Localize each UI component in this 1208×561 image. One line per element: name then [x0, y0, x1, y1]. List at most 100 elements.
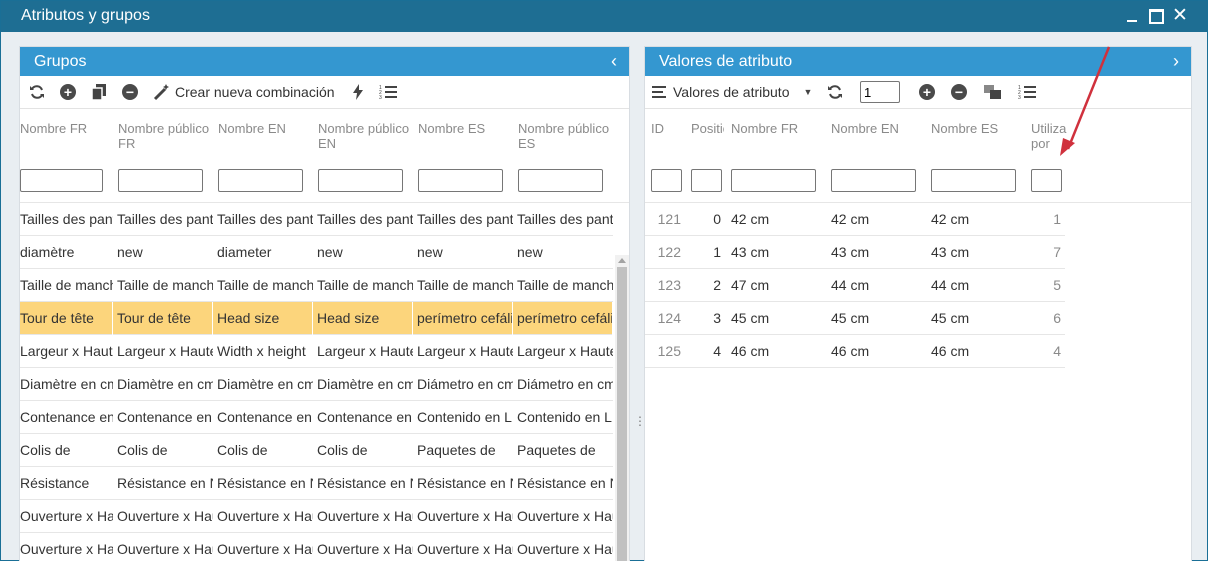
filter-values-fr[interactable] — [731, 169, 816, 192]
col-header-used-by[interactable]: Utiliza por — [1031, 121, 1067, 151]
value-cell: 5 — [1053, 277, 1061, 293]
col-header-publico-es[interactable]: Nombre público ES — [518, 121, 614, 151]
values-dropdown[interactable]: Valores de atributo — [673, 82, 789, 102]
filter-publico-en[interactable] — [318, 169, 403, 192]
value-cell: 46 cm — [931, 343, 970, 359]
value-cell: 44 cm — [931, 277, 970, 293]
filter-nombre-fr[interactable] — [20, 169, 103, 192]
group-cell: Tailles des pantalons — [20, 211, 113, 227]
groups-panel: Grupos ‹ + − Crear nueva combinación 123… — [19, 46, 630, 561]
filter-publico-fr[interactable] — [118, 169, 203, 192]
filter-publico-es[interactable] — [518, 169, 603, 192]
refresh-icon[interactable] — [28, 82, 46, 102]
group-cell: Tailles des pantalons — [117, 211, 213, 227]
group-row[interactable]: Ouverture x HauteurOuverture x HauteurOu… — [20, 533, 613, 561]
add-value-icon[interactable]: + — [918, 82, 936, 102]
group-row[interactable]: Ouverture x HauteurOuverture x HauteurOu… — [20, 500, 613, 533]
duplicate-icon[interactable] — [90, 82, 108, 102]
collapse-left-icon[interactable]: ‹ — [611, 51, 617, 72]
value-row[interactable]: 122 1 43 cm 43 cm 43 cm 7 — [645, 236, 1065, 269]
group-cell: Colis de — [317, 442, 368, 458]
group-cell: Largeur x Hauteur — [317, 343, 413, 359]
window-title: Atributos y grupos — [21, 7, 150, 24]
value-cell: 4 — [713, 343, 721, 359]
lightning-icon[interactable] — [350, 82, 366, 102]
col-header-position[interactable]: Positio — [691, 121, 724, 136]
value-cell: 6 — [1053, 310, 1061, 326]
value-cell: 44 cm — [831, 277, 870, 293]
col-header-nombre-es[interactable]: Nombre ES — [418, 121, 514, 136]
col-header-values-en[interactable]: Nombre EN — [831, 121, 921, 136]
remove-group-icon[interactable]: − — [121, 82, 139, 102]
panel-splitter[interactable]: ⋮ — [634, 415, 646, 427]
group-row[interactable]: Diamètre en cm Diamètre en cm Diamètre en … — [20, 368, 613, 401]
group-row[interactable]: Tour de tête Tour de tête Head size Head si… — [20, 302, 613, 335]
filter-nombre-es[interactable] — [418, 169, 503, 192]
caret-down-icon[interactable]: ▼ — [801, 82, 815, 102]
group-row[interactable]: Tailles des pantalonsTailles des pantalo… — [20, 203, 613, 236]
magic-wand-icon[interactable] — [152, 82, 172, 102]
group-cell: Tailles des pantalons — [517, 211, 613, 227]
value-cell: 124 — [657, 310, 681, 326]
group-cell: Ouverture x Hauteur — [117, 508, 213, 524]
col-header-nombre-en[interactable]: Nombre EN — [218, 121, 314, 136]
group-cell: Tour de tête — [117, 302, 213, 335]
value-cell: 122 — [657, 244, 681, 260]
value-cell: 46 cm — [831, 343, 870, 359]
remove-value-icon[interactable]: − — [950, 82, 968, 102]
group-cell: perímetro cefálico — [417, 302, 513, 335]
filter-values-es[interactable] — [931, 169, 1016, 192]
values-ordered-list-icon[interactable]: 123 — [1017, 82, 1037, 102]
col-header-publico-fr[interactable]: Nombre público FR — [118, 121, 214, 151]
value-row[interactable]: 124 3 45 cm 45 cm 45 cm 6 — [645, 302, 1065, 335]
filter-position[interactable] — [691, 169, 722, 192]
value-row[interactable]: 123 2 47 cm 44 cm 44 cm 5 — [645, 269, 1065, 302]
group-cell: Résistance en N — [517, 475, 613, 491]
group-cell: Contenance en L — [317, 409, 413, 425]
group-cell: Contenance en L — [20, 409, 113, 425]
group-row[interactable]: Taille de mancheTaille de mancheTaille d… — [20, 269, 613, 302]
value-row[interactable]: 121 0 42 cm 42 cm 42 cm 1 — [645, 203, 1065, 236]
merge-icon[interactable] — [983, 82, 1003, 102]
page-input[interactable] — [860, 81, 900, 103]
values-refresh-icon[interactable] — [826, 82, 844, 102]
col-header-id[interactable]: ID — [651, 121, 681, 136]
group-cell: Résistance en N — [417, 475, 513, 491]
value-row[interactable]: 125 4 46 cm 46 cm 46 cm 4 — [645, 335, 1065, 368]
group-cell: Taille de manche — [117, 277, 213, 293]
group-cell: Ouverture x Hauteur — [517, 541, 613, 557]
maximize-icon[interactable] — [1145, 5, 1167, 27]
value-cell: 46 cm — [731, 343, 770, 359]
col-header-values-es[interactable]: Nombre ES — [931, 121, 1021, 136]
create-combination-button[interactable]: Crear nueva combinación — [175, 82, 335, 102]
minimize-icon[interactable] — [1121, 5, 1143, 27]
group-cell: Diamètre en cm — [20, 376, 113, 392]
value-cell: 43 cm — [831, 244, 870, 260]
group-cell: Contenance en L — [117, 409, 213, 425]
col-header-nombre-fr[interactable]: Nombre FR — [20, 121, 114, 136]
menu-lines-icon[interactable] — [652, 82, 666, 102]
filter-id[interactable] — [651, 169, 682, 192]
scroll-up-icon[interactable] — [618, 258, 626, 263]
group-row[interactable]: diamètre new diameter new new new — [20, 236, 613, 269]
col-header-publico-en[interactable]: Nombre público EN — [318, 121, 414, 151]
group-row[interactable]: Résistance Résistance en N Résistance en N… — [20, 467, 613, 500]
filter-values-en[interactable] — [831, 169, 916, 192]
group-cell: new — [117, 244, 143, 260]
add-group-icon[interactable]: + — [59, 82, 77, 102]
window-titlebar: Atributos y grupos ✕ — [1, 1, 1207, 32]
col-header-values-fr[interactable]: Nombre FR — [731, 121, 821, 136]
group-cell: Diamètre en cm — [317, 376, 413, 392]
groups-scrollbar[interactable] — [615, 255, 629, 561]
value-cell: 45 cm — [831, 310, 870, 326]
ordered-list-icon[interactable]: 123 — [378, 82, 398, 102]
group-row[interactable]: Largeur x HauteurLargeur x HauteurWidth … — [20, 335, 613, 368]
scrollbar-thumb[interactable] — [617, 267, 627, 561]
group-row[interactable]: Contenance en LContenance en LContenance… — [20, 401, 613, 434]
expand-right-icon[interactable]: › — [1173, 51, 1179, 72]
filter-used-by[interactable] — [1031, 169, 1062, 192]
close-icon[interactable]: ✕ — [1169, 5, 1191, 27]
groups-toolbar: + − Crear nueva combinación 123 — [20, 76, 629, 109]
filter-nombre-en[interactable] — [218, 169, 303, 192]
group-row[interactable]: Colis de Colis de Colis de Colis de Paquetes… — [20, 434, 613, 467]
